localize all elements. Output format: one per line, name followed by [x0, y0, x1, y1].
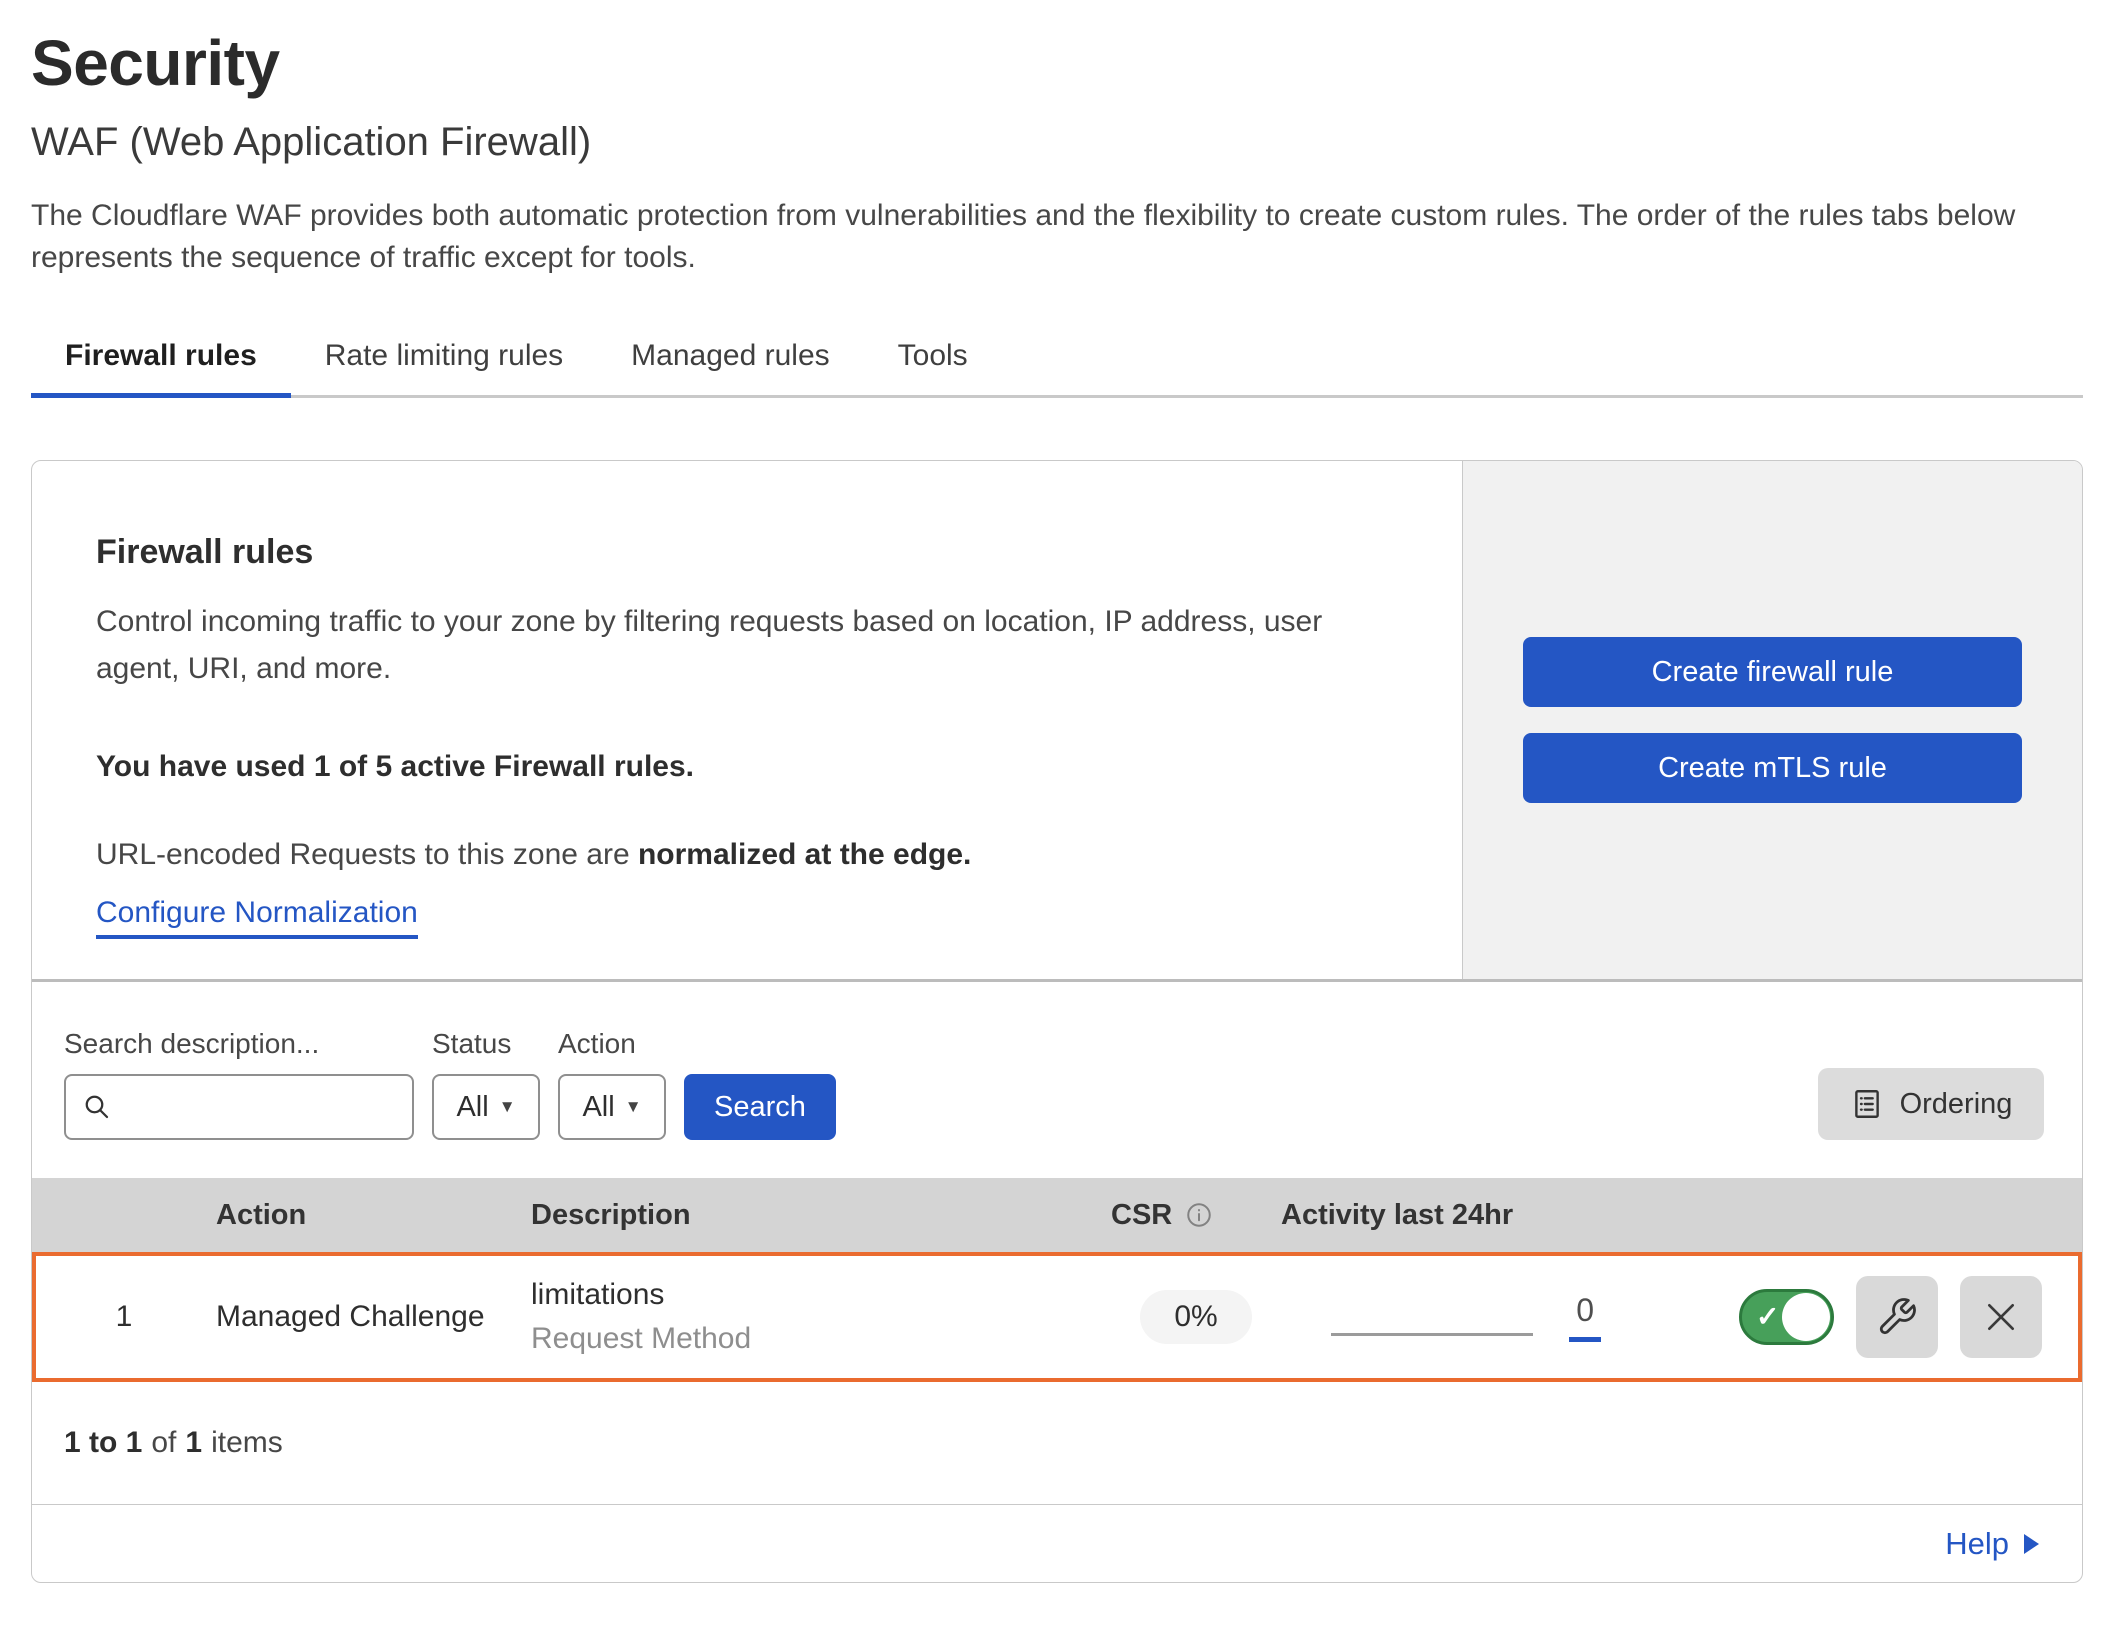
rule-controls: ✓ — [1601, 1276, 2082, 1358]
search-icon — [82, 1092, 112, 1122]
tab-managed-rules[interactable]: Managed rules — [597, 323, 863, 398]
delete-rule-button[interactable] — [1960, 1276, 2042, 1358]
ordering-button[interactable]: Ordering — [1818, 1068, 2044, 1140]
create-firewall-rule-button[interactable]: Create firewall rule — [1523, 637, 2022, 707]
rule-description: limitations — [531, 1278, 1111, 1312]
help-link-label: Help — [1945, 1526, 2009, 1562]
header-csr-label: CSR — [1111, 1199, 1172, 1232]
normalization-text: URL-encoded Requests to this zone are no… — [96, 838, 1392, 872]
pagination-of: of — [151, 1426, 176, 1460]
rule-csr-cell: 0% — [1111, 1290, 1281, 1344]
normalization-text-prefix: URL-encoded Requests to this zone are — [96, 838, 638, 871]
rule-priority: 1 — [32, 1300, 216, 1334]
firewall-rules-card: Firewall rules Control incoming traffic … — [31, 460, 2083, 1583]
csr-badge: 0% — [1140, 1290, 1251, 1344]
activity-sparkline — [1331, 1333, 1533, 1336]
rule-description-cell: limitations Request Method — [531, 1278, 1111, 1356]
tab-tools[interactable]: Tools — [864, 323, 1002, 398]
arrow-right-icon — [2023, 1533, 2040, 1555]
action-label: Action — [558, 1028, 666, 1060]
pagination-range: 1 to 1 — [64, 1426, 142, 1460]
check-icon: ✓ — [1756, 1303, 1779, 1331]
pagination-summary: 1 to 1 of 1 items — [32, 1382, 2082, 1504]
rule-toggle[interactable]: ✓ — [1739, 1289, 1834, 1345]
rules-table-header: Action Description CSR Activity last 24h… — [32, 1178, 2082, 1252]
firewall-rules-intro: Firewall rules Control incoming traffic … — [32, 461, 1462, 979]
header-activity: Activity last 24hr — [1281, 1199, 1601, 1232]
tab-rate-limiting-rules[interactable]: Rate limiting rules — [291, 323, 597, 398]
search-button[interactable]: Search — [684, 1074, 836, 1140]
status-field-group: Status All ▼ — [432, 1028, 540, 1140]
search-input-wrapper — [64, 1074, 414, 1140]
toggle-knob — [1782, 1293, 1830, 1341]
ordering-button-label: Ordering — [1900, 1088, 2013, 1121]
info-icon[interactable] — [1184, 1200, 1214, 1230]
table-row[interactable]: 1 Managed Challenge limitations Request … — [32, 1252, 2082, 1382]
chevron-down-icon: ▼ — [625, 1097, 642, 1117]
card-description: Control incoming traffic to your zone by… — [96, 598, 1392, 692]
page-subtitle: WAF (Web Application Firewall) — [31, 120, 2083, 165]
action-field-group: Action All ▼ — [558, 1028, 666, 1140]
header-csr: CSR — [1111, 1199, 1281, 1232]
pagination-total: 1 — [185, 1426, 202, 1460]
rule-activity-cell: 0 — [1281, 1292, 1601, 1342]
card-title: Firewall rules — [96, 533, 1392, 572]
action-select-value: All — [582, 1091, 614, 1124]
pagination-items: items — [211, 1426, 283, 1460]
help-row: Help — [32, 1504, 2082, 1582]
configure-normalization-link[interactable]: Configure Normalization — [96, 896, 418, 939]
status-label: Status — [432, 1028, 540, 1060]
page-title: Security — [31, 26, 2083, 100]
rule-description-sub: Request Method — [531, 1322, 1111, 1356]
usage-text: You have used 1 of 5 active Firewall rul… — [96, 750, 1392, 784]
search-input[interactable] — [124, 1091, 396, 1123]
action-select[interactable]: All ▼ — [558, 1074, 666, 1140]
create-rule-panel: Create firewall rule Create mTLS rule — [1462, 461, 2082, 979]
rule-action: Managed Challenge — [216, 1300, 531, 1334]
activity-count-link[interactable]: 0 — [1569, 1292, 1601, 1342]
chevron-down-icon: ▼ — [499, 1097, 516, 1117]
normalization-text-bold: normalized at the edge. — [638, 838, 971, 871]
status-select-value: All — [456, 1091, 488, 1124]
filter-bar: Search description... Status All ▼ — [32, 979, 2082, 1178]
header-action: Action — [216, 1199, 531, 1232]
status-select[interactable]: All ▼ — [432, 1074, 540, 1140]
ordering-list-icon — [1850, 1087, 1884, 1121]
help-link[interactable]: Help — [1945, 1526, 2040, 1562]
edit-rule-button[interactable] — [1856, 1276, 1938, 1358]
search-field-group: Search description... — [64, 1028, 414, 1140]
header-description: Description — [531, 1199, 1111, 1232]
rules-tab-bar: Firewall rules Rate limiting rules Manag… — [31, 323, 2083, 398]
create-mtls-rule-button[interactable]: Create mTLS rule — [1523, 733, 2022, 803]
security-waf-page: Security WAF (Web Application Firewall) … — [0, 0, 2114, 1583]
search-label: Search description... — [64, 1028, 414, 1060]
firewall-rules-intro-section: Firewall rules Control incoming traffic … — [32, 461, 2082, 979]
close-icon — [1981, 1297, 2021, 1337]
tab-firewall-rules[interactable]: Firewall rules — [31, 323, 291, 398]
wrench-icon — [1876, 1296, 1918, 1338]
page-description: The Cloudflare WAF provides both automat… — [31, 195, 2083, 279]
